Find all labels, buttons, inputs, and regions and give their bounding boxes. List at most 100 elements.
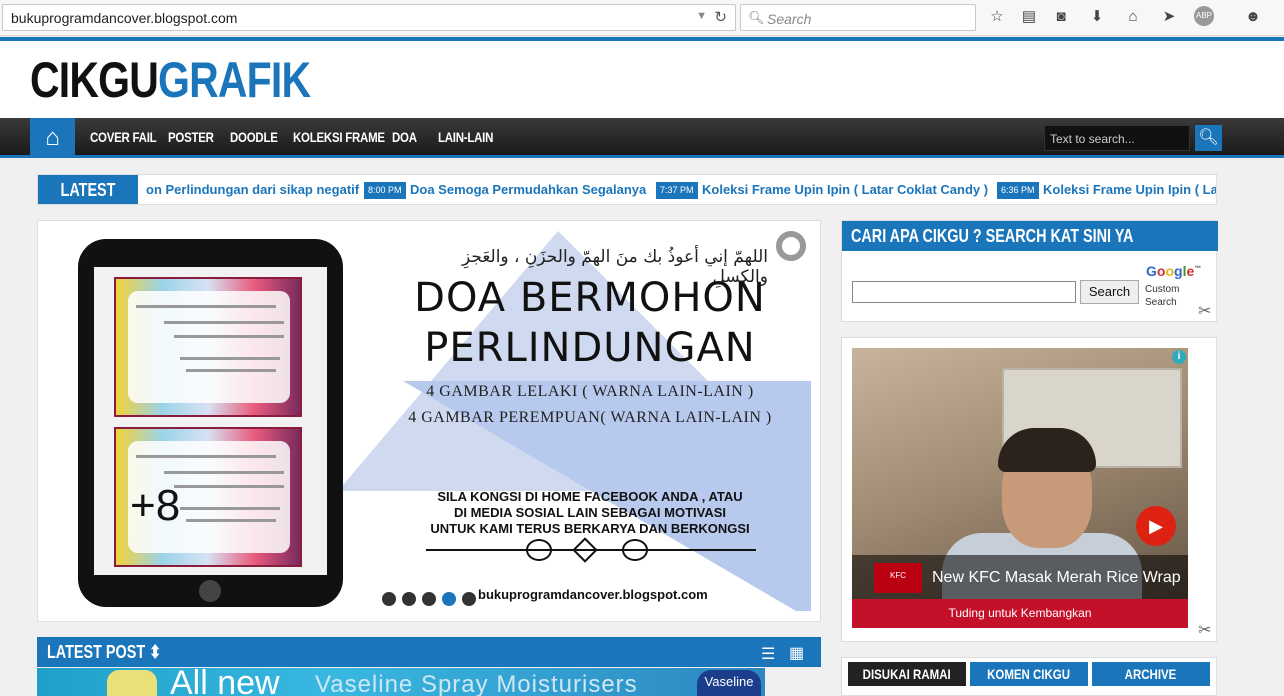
browser-search-placeholder: Search [767, 11, 812, 27]
product-jar-image [107, 670, 157, 696]
adblock-icon[interactable]: ABP [1194, 6, 1214, 26]
bookmark-star-icon[interactable]: ☆ [986, 6, 1008, 28]
website: CIKGUGRAFIK ⌂ COVER FAIL POSTER DOODLE K… [0, 37, 1284, 696]
nav-item-doa[interactable]: DOA [392, 129, 417, 145]
text-line [174, 485, 284, 488]
slider-dot[interactable] [402, 592, 416, 606]
ad-video[interactable]: i ▶ KFC New KFC Masak Merah Rice Wrap Tu… [852, 348, 1188, 628]
menu-smiley-icon[interactable]: ☻ [1242, 6, 1264, 28]
grid-view-icon[interactable]: ▦ [789, 643, 804, 663]
slider-dot[interactable] [462, 592, 476, 606]
sidebar-search-widget: CARI APA CIKGU ? SEARCH KAT SINI YA Sear… [841, 220, 1218, 322]
thumb-headline: All new [170, 668, 280, 696]
share-icon[interactable]: ➤ [1158, 6, 1180, 28]
edit-wrench-icon[interactable]: ✂ [1198, 301, 1211, 321]
nav-item-doodle[interactable]: DOODLE [230, 129, 278, 145]
sidebar-search-title-bar: CARI APA CIKGU ? SEARCH KAT SINI YA [842, 221, 1218, 251]
latest-post-header: LATEST POST ⬍ ☰ ▦ [37, 637, 821, 667]
nav-item-lain-lain[interactable]: LAIN-LAIN [438, 129, 493, 145]
ticker-item[interactable]: on Perlindungan dari sikap negatif [146, 182, 359, 197]
featured-slider[interactable]: +8 اللهمّ إني أعوذُ بك منَ الهمّ والحزَن… [37, 220, 821, 622]
logo-part2: GRAFIK [158, 52, 311, 108]
ticker-time: 8:00 PM [364, 182, 406, 199]
prayer-card-inner [128, 291, 290, 403]
tab-komen-cikgu[interactable]: KOMEN CIKGU [970, 662, 1088, 686]
site-logo[interactable]: CIKGUGRAFIK [30, 51, 311, 109]
ad-cta-text: Tuding untuk Kembangkan [948, 606, 1092, 620]
text-line [180, 507, 280, 510]
url-bar[interactable]: bukuprogramdancover.blogspot.com ▼ ↻ [2, 4, 736, 31]
latest-post-title-text: LATEST POST [47, 642, 146, 662]
slide-subtitle-line2: 4 GAMBAR PEREMPUAN( WARNA LAIN-LAIN ) [408, 409, 772, 426]
google-search-button[interactable]: Search [1080, 280, 1139, 304]
slider-dot[interactable] [382, 592, 396, 606]
ticker-time: 6:36 PM [997, 182, 1039, 199]
nav-item-cover-fail[interactable]: COVER FAIL [90, 129, 157, 145]
nav-item-koleksi-frame[interactable]: KOLEKSI FRAME [293, 129, 385, 145]
tab-archive[interactable]: ARCHIVE [1092, 662, 1210, 686]
gcs-search: Search [1145, 297, 1177, 308]
nav-item-poster[interactable]: POSTER [168, 129, 214, 145]
ad-cta-bar[interactable]: Tuding untuk Kembangkan [852, 599, 1188, 628]
tab-label: DISUKAI RAMAI [862, 666, 952, 682]
list-view-icon[interactable]: ☰ [761, 644, 775, 664]
slide-share-line3: UNTUK KAMI TERUS BERKARYA DAN BERKONGSI [430, 521, 750, 536]
search-icon: 🔍︎ [1198, 129, 1219, 146]
download-icon[interactable]: ⬇ [1086, 6, 1108, 28]
ticker-item[interactable]: Koleksi Frame Upin Ipin ( Latar Coklat C… [702, 182, 988, 197]
reload-icon[interactable]: ↻ [714, 8, 727, 26]
tab-label: ARCHIVE [1125, 666, 1177, 682]
home-icon: ⌂ [45, 124, 60, 151]
ad-caption: New KFC Masak Merah Rice Wrap [932, 569, 1181, 586]
sidebar-search-title: CARI APA CIKGU ? SEARCH KAT SINI YA [851, 226, 1134, 246]
nav-search-button[interactable]: 🔍︎ [1195, 125, 1222, 151]
tab-disukai-ramai[interactable]: DISUKAI RAMAI [848, 662, 966, 686]
main-nav: ⌂ COVER FAIL POSTER DOODLE KOLEKSI FRAME… [0, 118, 1284, 158]
ticker-item[interactable]: Doa Semoga Permudahkan Segalanya [410, 182, 646, 197]
ticker-item[interactable]: Koleksi Frame Upin Ipin ( Lat [1043, 182, 1216, 197]
slide-title-line2: PERLINDUNGAN [424, 325, 756, 371]
slide-share-line1: SILA KONGSI DI HOME FACEBOOK ANDA , ATAU [437, 489, 743, 504]
text-line [174, 335, 284, 338]
text-line [180, 357, 280, 360]
slider-dot[interactable] [442, 592, 456, 606]
url-dropdown-icon[interactable]: ▼ [696, 10, 707, 22]
tab-label: KOMEN CIKGU [987, 666, 1071, 682]
ticker-label: LATEST NEWS [38, 175, 138, 204]
text-line [186, 369, 276, 372]
slide-image[interactable]: +8 اللهمّ إني أعوذُ بك منَ الهمّ والحزَن… [48, 231, 811, 611]
google-search-input[interactable] [852, 281, 1076, 303]
slide-footer-url: bukuprogramdancover.blogspot.com [478, 587, 708, 602]
logo-part1: CIKGU [30, 52, 159, 108]
ad-kfc-logo: KFC [874, 563, 922, 593]
slider-dot[interactable] [422, 592, 436, 606]
tablet-home-button [199, 580, 221, 602]
ad-info-icon[interactable]: i [1172, 350, 1186, 364]
nav-search-placeholder: Text to search... [1050, 132, 1135, 146]
browser-search-input[interactable]: 🔍︎ Search [740, 4, 976, 31]
nav-home-button[interactable]: ⌂ [30, 118, 75, 158]
ad-play-icon[interactable]: ▶ [1136, 506, 1176, 546]
url-text: bukuprogramdancover.blogspot.com [11, 10, 238, 26]
pocket-icon[interactable]: ◙ [1050, 6, 1072, 28]
latest-news-ticker: LATEST NEWS on Perlindungan dari sikap n… [37, 174, 1217, 205]
slide-subtitle-line1: 4 GAMBAR LELAKI ( WARNA LAIN-LAIN ) [426, 383, 754, 400]
home-icon[interactable]: ⌂ [1122, 6, 1144, 28]
edit-wrench-icon[interactable]: ✂ [1198, 620, 1211, 640]
text-line [164, 471, 284, 474]
ornament-loop [526, 539, 552, 561]
photo-count-overlay[interactable]: +8 [130, 481, 180, 531]
nav-search-input[interactable]: Text to search... [1044, 125, 1190, 151]
latest-post-title[interactable]: LATEST POST ⬍ [47, 642, 161, 663]
loading-spinner-icon [776, 231, 806, 261]
google-logo: Google™ [1146, 263, 1202, 279]
latest-post-thumbnail[interactable]: All new Vaseline Spray Moisturisers Vase… [37, 668, 765, 696]
slide-ornament [426, 537, 756, 577]
google-custom-search-label: Custom Search [1145, 283, 1185, 309]
ticker-time: 7:37 PM [656, 182, 698, 199]
ornament-loop [622, 539, 648, 561]
reading-list-icon[interactable]: ▤ [1018, 6, 1040, 28]
prayer-card [114, 277, 302, 417]
sidebar-tabs: DISUKAI RAMAI KOMEN CIKGU ARCHIVE [841, 657, 1217, 696]
ad-caption-bar: KFC New KFC Masak Merah Rice Wrap [852, 555, 1188, 599]
